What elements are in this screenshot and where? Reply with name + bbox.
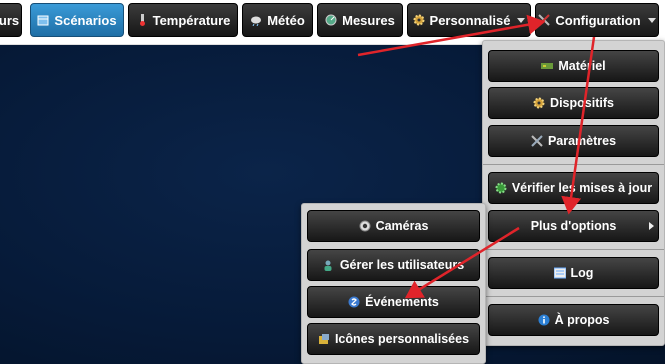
log-icon: [553, 267, 567, 279]
gear-icon: [413, 14, 425, 26]
nav-tab-label: Personnalisé: [429, 12, 511, 28]
nav-tab-label: Météo: [267, 12, 305, 28]
nav-tab-label: Scénarios: [54, 12, 117, 28]
menu-item-parametres[interactable]: Paramètres: [488, 125, 659, 157]
hardware-icon: [541, 60, 554, 72]
menu-item-label: Icônes personnalisées: [334, 332, 470, 346]
menu-item-icones-personnalisees[interactable]: Icônes personnalisées: [307, 323, 480, 355]
nav-tab-temperature[interactable]: Température: [128, 3, 238, 37]
menu-item-label: Gérer les utilisateurs: [339, 258, 465, 272]
tools-icon: [538, 14, 551, 26]
nav-tab-label: Mesures: [342, 12, 395, 28]
menu-item-label: Caméras: [375, 219, 429, 233]
more-options-submenu: Caméras Gérer les utilisateurs Événement…: [301, 203, 486, 364]
menu-item-label: Événements: [365, 295, 439, 309]
menu-item-verifier-mises-a-jour[interactable]: Vérifier les mises à jour: [488, 172, 659, 204]
menu-item-a-propos[interactable]: À propos: [488, 304, 659, 336]
nav-tab-personnalise[interactable]: Personnalisé: [407, 3, 531, 37]
update-gear-icon: [495, 182, 507, 194]
menu-item-label: Plus d'options: [530, 219, 617, 233]
nav-tab-label: Configuration: [555, 12, 641, 28]
nav-tab-meteo[interactable]: Météo: [242, 3, 313, 37]
menu-item-log[interactable]: Log: [488, 257, 659, 289]
cloud-icon: [250, 14, 262, 27]
thermometer-icon: [136, 14, 148, 26]
nav-tab-scenarios[interactable]: Scénarios: [30, 3, 124, 37]
menu-item-label: Log: [570, 266, 594, 280]
tools-icon: [531, 135, 543, 147]
menu-item-materiel[interactable]: Matériel: [488, 50, 659, 82]
nav-tab-configuration[interactable]: Configuration: [535, 3, 659, 37]
menu-divider: [483, 164, 664, 165]
camera-icon: [359, 220, 371, 232]
users-icon: [323, 259, 335, 271]
custom-icons-icon: [318, 333, 330, 345]
menu-item-label: À propos: [554, 313, 610, 327]
nav-tab-mesures[interactable]: Mesures: [317, 3, 403, 37]
menu-divider: [483, 249, 664, 250]
menu-item-gerer-utilisateurs[interactable]: Gérer les utilisateurs: [307, 249, 480, 281]
chevron-right-icon: [649, 222, 654, 230]
menu-item-plus-d-options[interactable]: Plus d'options: [488, 210, 659, 242]
nav-tab-label: Température: [152, 12, 231, 28]
scenario-icon: [37, 14, 49, 26]
menu-item-label: Paramètres: [547, 134, 617, 148]
configuration-dropdown: Matériel Dispositifs Paramètres Vérifier…: [482, 40, 665, 346]
chevron-down-icon: [517, 17, 526, 23]
gauge-icon: [325, 14, 337, 26]
nav-tab-partial[interactable]: urs: [0, 3, 22, 37]
menu-item-label: Matériel: [558, 59, 606, 73]
menu-divider: [483, 296, 664, 297]
info-icon: [538, 314, 550, 326]
gear-icon: [533, 97, 545, 109]
events-icon: [348, 296, 360, 308]
nav-tab-label: urs: [0, 12, 20, 28]
menu-item-label: Dispositifs: [550, 96, 614, 110]
menu-item-dispositifs[interactable]: Dispositifs: [488, 87, 659, 119]
chevron-down-icon: [647, 17, 656, 23]
menu-item-cameras[interactable]: Caméras: [307, 210, 480, 242]
menu-item-label: Vérifier les mises à jour: [511, 181, 653, 195]
top-navbar: urs Scénarios Température Météo Mesures …: [0, 0, 665, 45]
menu-item-evenements[interactable]: Événements: [307, 286, 480, 318]
